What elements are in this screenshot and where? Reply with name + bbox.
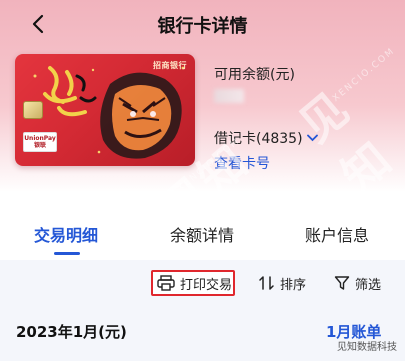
sort-button[interactable]: 排序 [259,270,306,296]
unionpay-logo: UnionPay 银联 [23,132,57,152]
card-type-label: 借记卡(4835) [214,131,303,147]
tab-transactions[interactable]: 交易明细 [34,222,98,246]
card-chip-icon [23,101,43,119]
print-label: 打印交易 [180,277,233,293]
printer-icon [157,275,175,291]
action-bar: 打印交易 排序 筛选 [0,260,405,306]
unionpay-text: UnionPay [24,135,56,142]
filter-button[interactable]: 筛选 [334,270,381,296]
balance-value-masked [214,89,244,103]
sort-icon [259,276,274,290]
watermark-caption: 见知数据科技 [337,342,397,353]
bank-logo: 招商银行 [153,61,187,70]
print-transactions-button[interactable]: 打印交易 [151,270,235,296]
month-label: 2023年1月(元) [16,323,127,341]
view-card-number-link[interactable]: 查看卡号 [214,153,270,173]
tab-bar: 交易明细 余额详情 账户信息 [0,216,405,260]
chevron-down-icon [306,134,318,142]
balance-label: 可用余额(元) [214,67,295,83]
bank-card-image: 招商银行 UnionPay 银联 [15,54,195,166]
card-type-selector[interactable]: 借记卡(4835) [214,128,318,148]
active-tab-indicator [54,252,80,255]
tab-balance-details[interactable]: 余额详情 [170,222,234,246]
unionpay-cn-text: 银联 [33,142,46,149]
page-title: 银行卡详情 [157,16,248,37]
filter-icon [334,276,350,290]
tab-account-info[interactable]: 账户信息 [305,222,369,246]
filter-label: 筛选 [355,277,382,293]
sort-label: 排序 [280,277,307,293]
